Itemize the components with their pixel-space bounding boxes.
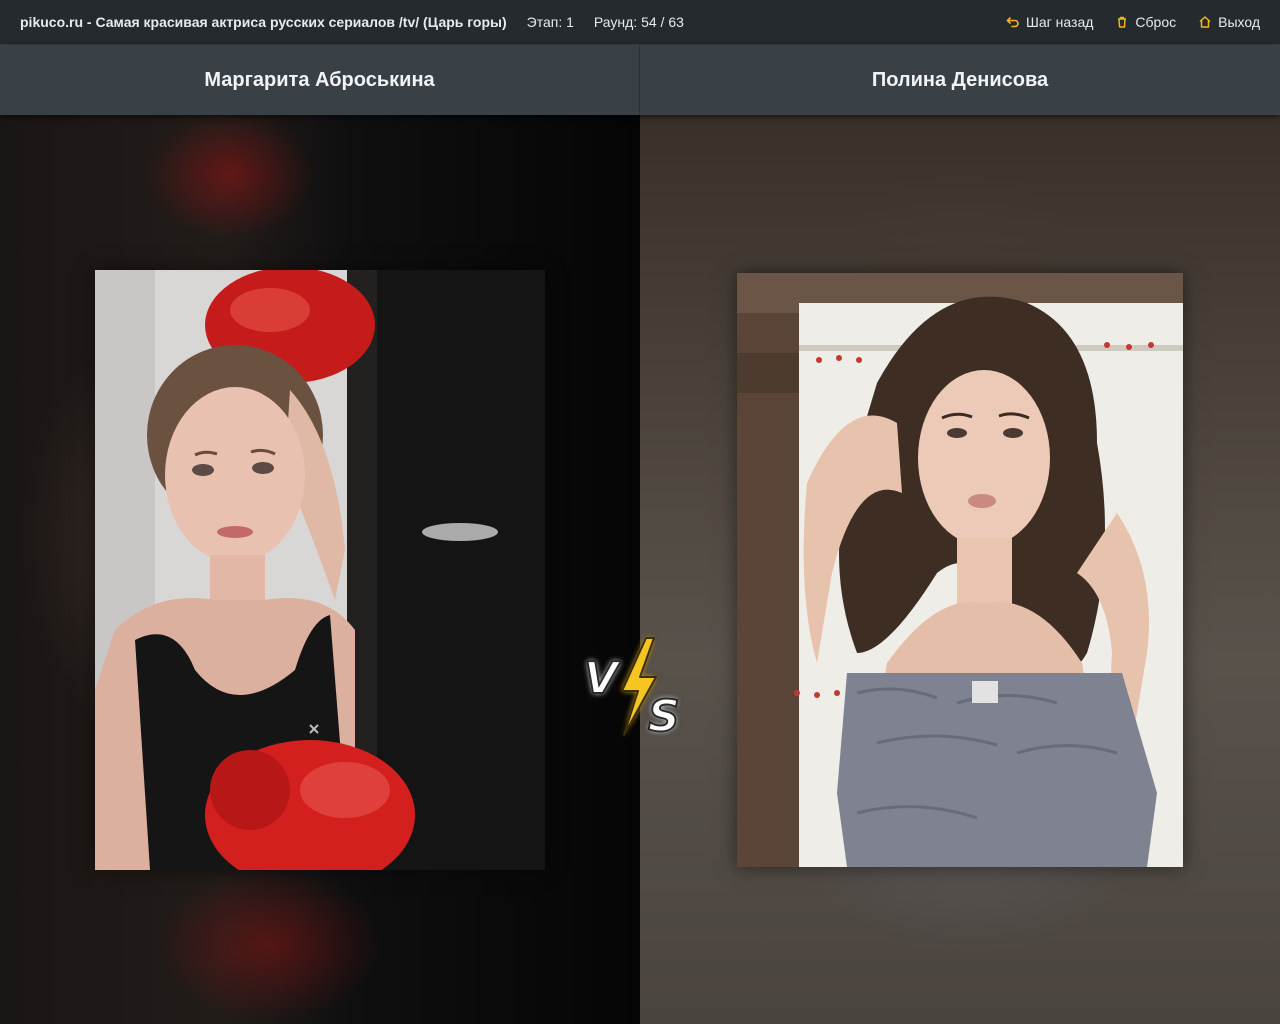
step-back-button[interactable]: Шаг назад — [1006, 14, 1093, 30]
undo-arrow-icon — [1006, 15, 1020, 29]
contestant-right-photo[interactable] — [737, 273, 1183, 867]
contestant-names-bar: Маргарита Аброськина Полина Денисова — [0, 45, 1280, 115]
stage-indicator: Этап: 1 — [526, 14, 574, 30]
home-icon — [1198, 15, 1212, 29]
reset-button[interactable]: Сброс — [1115, 14, 1176, 30]
exit-button[interactable]: Выход — [1198, 14, 1260, 30]
trash-icon — [1115, 15, 1129, 29]
contestant-left-name[interactable]: Маргарита Аброськина — [0, 45, 640, 115]
contestant-left-panel[interactable] — [0, 115, 640, 1024]
exit-label: Выход — [1218, 14, 1260, 30]
contestant-right-panel[interactable] — [640, 115, 1280, 1024]
round-indicator: Раунд: 54 / 63 — [593, 14, 684, 30]
contestant-right-name[interactable]: Полина Денисова — [640, 45, 1280, 115]
reset-label: Сброс — [1135, 14, 1177, 30]
contestant-left-photo[interactable] — [95, 270, 545, 870]
page-title: pikuco.ru - Самая красивая актриса русск… — [20, 14, 507, 30]
voting-stage: V S — [0, 115, 1280, 1024]
step-back-label: Шаг назад — [1026, 14, 1094, 30]
top-bar: pikuco.ru - Самая красивая актриса русск… — [0, 0, 1280, 45]
